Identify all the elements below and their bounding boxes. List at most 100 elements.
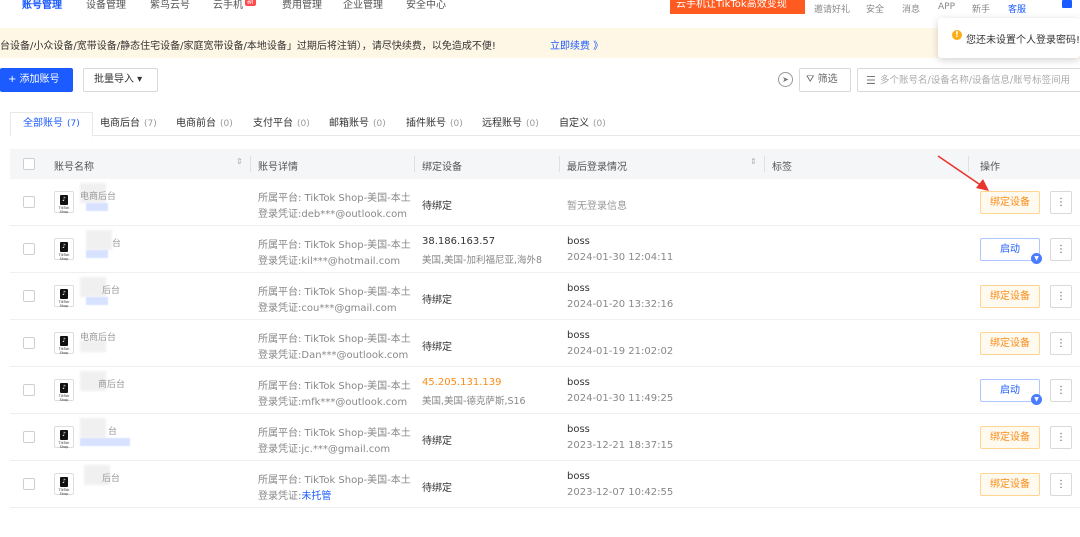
login-user: boss	[567, 236, 590, 247]
row-checkbox[interactable]	[23, 337, 35, 349]
tab-email-accounts[interactable]: 邮箱账号 (0)	[317, 112, 398, 136]
more-actions-button[interactable]: ⋮	[1050, 332, 1072, 355]
row-checkbox[interactable]	[23, 290, 35, 302]
device-ip[interactable]: 45.205.131.139	[422, 377, 502, 388]
bind-device-button[interactable]: 绑定设备	[980, 473, 1040, 496]
tab-count: (7)	[67, 119, 80, 129]
unmanaged-credential-link[interactable]: 未托管	[301, 491, 331, 502]
nav-tab-security-center[interactable]: 安全中心	[406, 0, 446, 11]
more-actions-button[interactable]: ⋮	[1050, 473, 1072, 496]
add-account-button[interactable]: + 添加账号	[0, 68, 73, 92]
nav-link-beginner[interactable]: 新手	[972, 2, 990, 15]
more-actions-button[interactable]: ⋮	[1050, 379, 1072, 402]
account-platform: 所属平台: TikTok Shop-美国-本土	[258, 334, 411, 345]
device-status: 待绑定	[422, 201, 452, 212]
row-checkbox[interactable]	[23, 196, 35, 208]
tab-ecommerce-backend[interactable]: 电商后台 (7)	[88, 112, 169, 136]
promo-banner[interactable]: 云手机让TikTok高效变现	[670, 0, 805, 14]
renewal-notice: 台设备/小众设备/宽带设备/静态住宅设备/家庭宽带设备/本地设备」过期后将注销）…	[0, 28, 1080, 58]
shopping-bag-icon: ♪	[60, 430, 68, 440]
tab-label: 电商前台	[176, 118, 216, 129]
tiktok-shop-logo: ♪ TikTok Shop	[54, 285, 74, 308]
nav-link-support[interactable]: 客服	[1008, 2, 1026, 15]
more-actions-button[interactable]: ⋮	[1050, 285, 1072, 308]
new-badge: 新	[245, 0, 256, 6]
shopping-bag-icon: ♪	[60, 336, 68, 346]
batch-import-button[interactable]: 批量导入 ▾	[83, 68, 158, 92]
bind-device-button[interactable]: 绑定设备	[980, 191, 1040, 214]
device-location: 美国,美国-德克萨斯,S16	[422, 396, 526, 407]
row-checkbox[interactable]	[23, 384, 35, 396]
send-icon[interactable]: ➤	[778, 72, 793, 87]
account-credential: 登录凭证:cou***@gmail.com	[258, 303, 397, 314]
tab-all-accounts[interactable]: 全部账号 (7)	[10, 112, 93, 137]
account-name[interactable]: 后台	[102, 283, 120, 296]
filter-button[interactable]: ⛛ 筛选	[799, 68, 851, 92]
nav-tab-devices[interactable]: 设备管理	[86, 0, 126, 11]
bind-device-button[interactable]: 绑定设备	[980, 285, 1040, 308]
start-button[interactable]: 启动 ▼	[980, 379, 1042, 405]
device-status: 待绑定	[422, 342, 452, 353]
more-actions-button[interactable]: ⋮	[1050, 191, 1072, 214]
nav-link-app[interactable]: APP	[938, 2, 955, 12]
account-name[interactable]: 商后台	[98, 377, 125, 390]
tab-remote-accounts[interactable]: 远程账号 (0)	[470, 112, 551, 136]
account-category-tabs: 全部账号 (7) 电商后台 (7) 电商前台 (0) 支付平台 (0) 邮箱账号 (0) …	[10, 112, 1080, 137]
account-credential: 登录凭证:Dan***@outlook.com	[258, 350, 409, 361]
tab-count: (0)	[526, 119, 539, 129]
login-time: 2024-01-30 12:04:11	[567, 252, 674, 263]
sort-icon[interactable]: ⇕	[236, 157, 243, 166]
account-name[interactable]: 台	[108, 424, 117, 437]
tab-label: 插件账号	[406, 118, 446, 129]
chevron-down-icon[interactable]: ▼	[1031, 253, 1042, 264]
nav-tab-enterprise[interactable]: 企业管理	[343, 0, 383, 11]
login-time: 2023-12-07 10:42:55	[567, 487, 674, 498]
account-credential: 登录凭证:deb***@outlook.com	[258, 209, 407, 220]
table-row: ♪ TikTok Shop 商后台 所属平台: TikTok Shop-美国-本土…	[10, 367, 1080, 414]
login-user: boss	[567, 283, 590, 294]
device-status: 待绑定	[422, 436, 452, 447]
tab-payment-platform[interactable]: 支付平台 (0)	[241, 112, 322, 136]
row-checkbox[interactable]	[23, 478, 35, 490]
account-name[interactable]: 电商后台	[80, 189, 116, 202]
row-checkbox[interactable]	[23, 243, 35, 255]
tab-count: (0)	[297, 119, 310, 129]
nav-link-messages[interactable]: 消息	[902, 2, 920, 15]
bind-device-button[interactable]: 绑定设备	[980, 332, 1040, 355]
avatar[interactable]	[1062, 0, 1072, 8]
more-actions-button[interactable]: ⋮	[1050, 238, 1072, 261]
chevron-down-icon[interactable]: ▼	[1031, 394, 1042, 405]
tab-ecommerce-frontend[interactable]: 电商前台 (0)	[164, 112, 245, 136]
tab-custom[interactable]: 自定义 (0)	[547, 112, 618, 136]
tiktok-shop-logo: ♪ TikTok Shop	[54, 473, 74, 496]
more-actions-button[interactable]: ⋮	[1050, 426, 1072, 449]
select-all-checkbox[interactable]	[23, 158, 35, 170]
shopping-bag-icon: ♪	[60, 477, 68, 487]
account-platform: 所属平台: TikTok Shop-美国-本土	[258, 240, 411, 251]
tiktok-shop-logo: ♪ TikTok Shop	[54, 426, 74, 449]
row-checkbox[interactable]	[23, 431, 35, 443]
account-name[interactable]: 后台	[102, 471, 120, 484]
account-name[interactable]: 电商后台	[80, 330, 116, 343]
nav-link-invite[interactable]: 邀请好礼	[814, 2, 850, 15]
sort-icon[interactable]: ⇕	[750, 157, 757, 166]
search-input[interactable]	[880, 70, 1080, 90]
account-credential: 登录凭证:jc.***@gmail.com	[258, 444, 391, 455]
nav-tab-ziniao-cloud[interactable]: 紫鸟云号	[150, 0, 190, 11]
nav-tab-billing[interactable]: 费用管理	[282, 0, 322, 11]
tab-label: 自定义	[559, 118, 589, 129]
renew-now-link[interactable]: 立即续费 》	[550, 37, 603, 52]
account-name[interactable]: 台	[112, 236, 121, 249]
nav-link-security[interactable]: 安全	[866, 2, 884, 15]
tab-plugin-accounts[interactable]: 插件账号 (0)	[394, 112, 475, 136]
nav-tab-cloud-phone[interactable]: 云手机新	[213, 0, 256, 11]
table-row: ♪ TikTok Shop 电商后台 所属平台: TikTok Shop-美国-本…	[10, 320, 1080, 367]
login-time: 2024-01-20 13:32:16	[567, 299, 674, 310]
table-row: ♪ TikTok Shop 后台 所属平台: TikTok Shop-美国-本土 …	[10, 273, 1080, 320]
top-nav: 账号管理 设备管理 紫鸟云号 云手机新 费用管理 企业管理 安全中心 云手机让T…	[0, 0, 1080, 18]
start-button[interactable]: 启动 ▼	[980, 238, 1042, 264]
bind-device-button[interactable]: 绑定设备	[980, 426, 1040, 449]
nav-tab-accounts[interactable]: 账号管理	[22, 0, 62, 11]
account-credential: 登录凭证:未托管	[258, 491, 332, 502]
account-platform: 所属平台: TikTok Shop-美国-本土	[258, 193, 411, 204]
